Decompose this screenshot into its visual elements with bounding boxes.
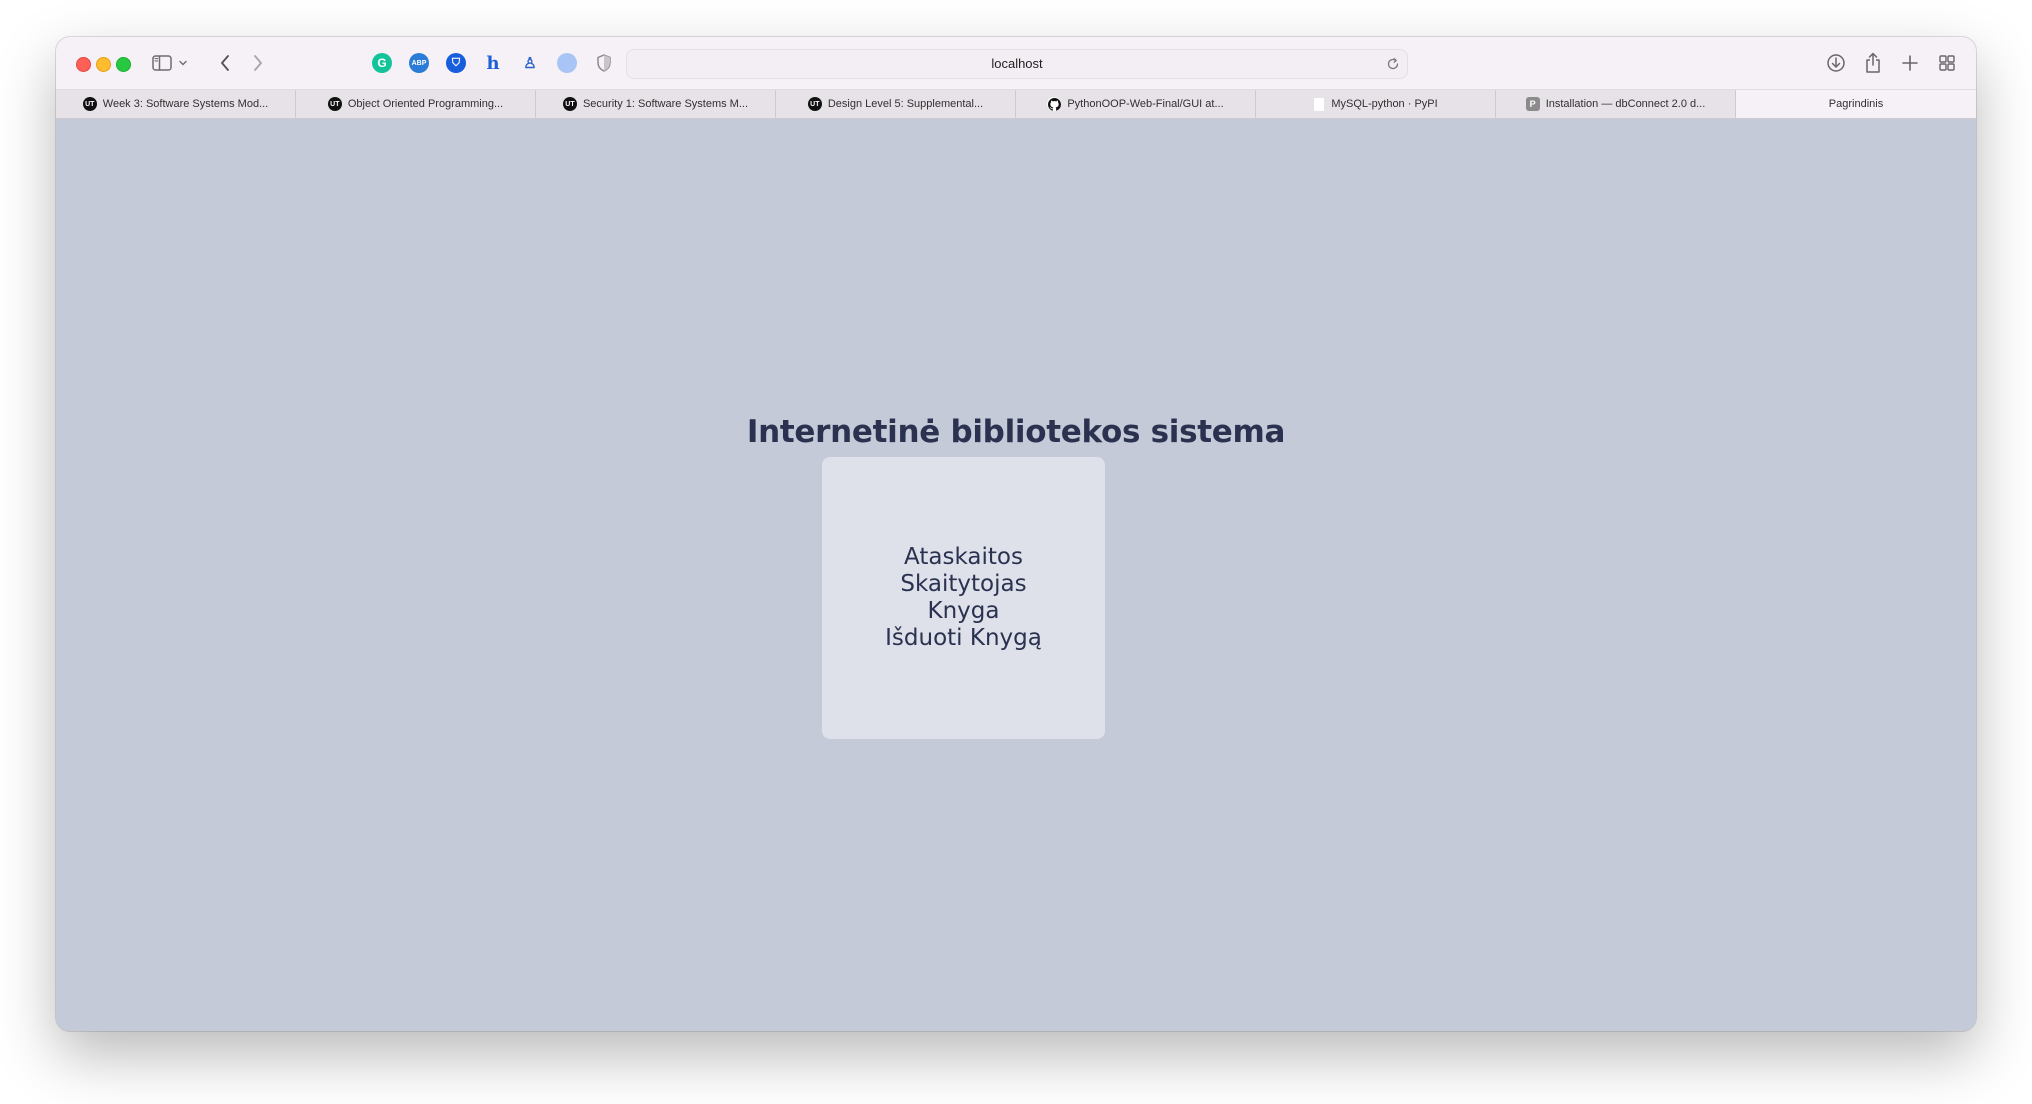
sidebar-toggle-icon[interactable] xyxy=(150,51,174,75)
tab-github[interactable]: PythonOOP-Web-Final/GUI at... xyxy=(1016,90,1256,118)
tab-object-oriented[interactable]: UT Object Oriented Programming... xyxy=(296,90,536,118)
tab-week3[interactable]: UT Week 3: Software Systems Mod... xyxy=(56,90,296,118)
tab-label: Design Level 5: Supplemental... xyxy=(827,98,984,110)
minimize-window-button[interactable] xyxy=(96,57,111,72)
browser-window: G ABP ⛉ h ♙ localhost UT Week 3: Softwar… xyxy=(56,37,1976,1031)
url-text: localhost xyxy=(991,56,1043,71)
ut-favicon-icon: UT xyxy=(562,97,577,111)
forward-arrow-icon[interactable] xyxy=(246,51,270,75)
p-favicon-icon: P xyxy=(1525,97,1540,111)
ut-favicon-icon: UT xyxy=(82,97,97,111)
ut-favicon-icon: UT xyxy=(807,97,822,111)
tab-design-level[interactable]: UT Design Level 5: Supplemental... xyxy=(776,90,1016,118)
grammarly-icon[interactable]: G xyxy=(372,53,392,73)
github-icon xyxy=(1047,97,1062,111)
browser-toolbar: G ABP ⛉ h ♙ localhost xyxy=(56,37,1976,90)
tab-label: Pagrindinis xyxy=(1828,98,1884,110)
tab-overview-icon[interactable] xyxy=(1935,51,1959,75)
ghostery-icon[interactable]: ♙ xyxy=(520,53,540,73)
maximize-window-button[interactable] xyxy=(116,57,131,72)
bitwarden-icon[interactable]: ⛉ xyxy=(446,53,466,73)
menu-link-knyga[interactable]: Knyga xyxy=(928,598,1000,625)
tab-installation[interactable]: P Installation — dbConnect 2.0 d... xyxy=(1496,90,1736,118)
privacy-shield-icon[interactable] xyxy=(592,51,616,75)
tab-pagrindinis[interactable]: Pagrindinis xyxy=(1736,90,1976,118)
tab-security[interactable]: UT Security 1: Software Systems M... xyxy=(536,90,776,118)
menu-link-ataskaitos[interactable]: Ataskaitos xyxy=(904,544,1023,571)
address-bar[interactable]: localhost xyxy=(626,49,1408,79)
page-title: Internetinė bibliotekos sistema xyxy=(746,414,1286,450)
adblock-plus-icon[interactable]: ABP xyxy=(409,53,429,73)
ut-favicon-icon: UT xyxy=(327,97,342,111)
menu-link-isduoti-knyga[interactable]: Išduoti Knygą xyxy=(885,625,1042,652)
tab-label: MySQL-python · PyPI xyxy=(1331,98,1438,110)
tab-label: Object Oriented Programming... xyxy=(347,98,504,110)
tab-label: Security 1: Software Systems M... xyxy=(582,98,749,110)
menu-link-skaitytojas[interactable]: Skaitytojas xyxy=(900,571,1026,598)
downloads-icon[interactable] xyxy=(1824,51,1848,75)
share-icon[interactable] xyxy=(1861,51,1885,75)
page-content: Internetinė bibliotekos sistema Ataskait… xyxy=(56,119,1976,1031)
blank-page-icon xyxy=(1313,96,1326,112)
chevron-down-icon[interactable] xyxy=(176,51,190,75)
navigation-menu: Ataskaitos Skaitytojas Knyga Išduoti Kny… xyxy=(822,457,1105,739)
honey-icon[interactable]: h xyxy=(483,53,503,74)
reload-icon[interactable] xyxy=(1385,56,1401,72)
tab-mysql-python[interactable]: MySQL-python · PyPI xyxy=(1256,90,1496,118)
tab-label: Week 3: Software Systems Mod... xyxy=(102,98,269,110)
tab-bar: UT Week 3: Software Systems Mod... UT Ob… xyxy=(56,90,1976,119)
tab-label: PythonOOP-Web-Final/GUI at... xyxy=(1067,98,1224,110)
close-window-button[interactable] xyxy=(76,57,91,72)
tab-label: Installation — dbConnect 2.0 d... xyxy=(1545,98,1706,110)
back-arrow-icon[interactable] xyxy=(213,51,237,75)
new-tab-plus-icon[interactable] xyxy=(1898,51,1922,75)
extension-circle-icon[interactable] xyxy=(557,53,577,73)
